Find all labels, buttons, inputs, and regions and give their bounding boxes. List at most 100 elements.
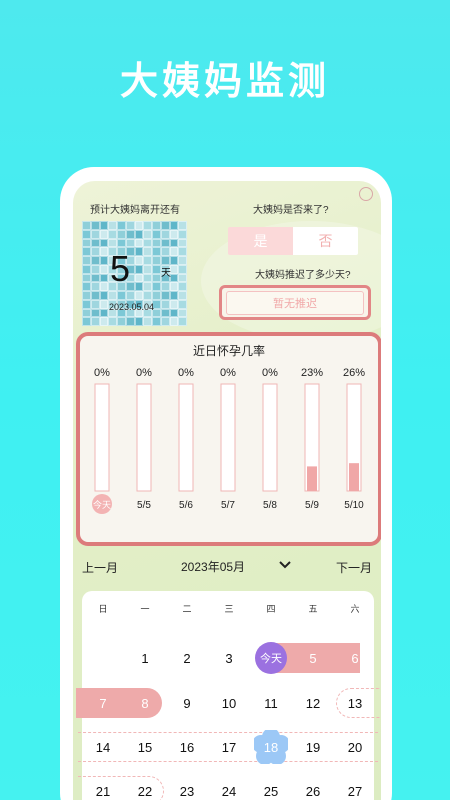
mosaic-tile: [178, 247, 187, 256]
pregnancy-chart: 0% 今天 0% 5/5 0% 5/6 0% 5/7 0% 5/8 23% 5/9 26% 5/10: [92, 367, 365, 514]
calendar-day[interactable]: 13: [334, 691, 376, 715]
mosaic-tile: [99, 256, 109, 265]
promo-title: 大姨妈监测: [119, 59, 330, 103]
calendar-day[interactable]: 16: [166, 735, 208, 759]
mosaic-tile: [134, 282, 144, 291]
mosaic-tile: [143, 291, 152, 300]
mosaic-tile: [99, 229, 109, 239]
calendar-day[interactable]: 9: [166, 691, 208, 715]
next-month-button[interactable]: 下一月: [336, 559, 372, 576]
chart-bar-track: [94, 383, 110, 492]
delay-box[interactable]: 暂无推迟: [219, 285, 371, 320]
calendar-day[interactable]: 25: [250, 779, 292, 800]
calendar-day[interactable]: 24: [208, 779, 250, 800]
mosaic-tile: [82, 221, 91, 230]
mosaic-tile: [99, 238, 109, 248]
weekday-label: 五: [308, 604, 318, 614]
mosaic-tile: [134, 273, 144, 283]
chart-value-label: 0%: [94, 367, 110, 379]
settings-icon[interactable]: [359, 187, 373, 201]
prev-month-button[interactable]: 上一月: [82, 559, 118, 576]
mosaic-tile: [178, 308, 187, 318]
mosaic-tile: [90, 299, 100, 309]
mosaic-tile: [90, 221, 100, 230]
mosaic-tile: [178, 299, 187, 309]
mosaic-tile: [125, 291, 135, 300]
calendar-day[interactable]: 今天: [250, 646, 292, 670]
calendar-day[interactable]: 5: [292, 646, 334, 670]
mosaic-tile: [117, 291, 126, 300]
mosaic-tile: [82, 299, 91, 309]
mosaic-tile: [125, 221, 135, 230]
delay-question: 大姨妈推迟了多少天?: [255, 270, 351, 281]
mosaic-tile: [99, 282, 109, 291]
mosaic-tile: [108, 238, 117, 248]
yes-button[interactable]: 是: [228, 227, 293, 255]
mosaic-tile: [152, 291, 161, 300]
mosaic-tile: [90, 308, 100, 318]
mosaic-tile: [169, 247, 179, 256]
calendar-day[interactable]: 14: [82, 735, 124, 759]
mosaic-tile: [152, 282, 161, 291]
mosaic-tile: [143, 247, 152, 256]
calendar-day[interactable]: 12: [292, 691, 334, 715]
app-screen: 预计大姨妈离开还有 5 天 2023.05.04 大姨妈是否来了? 是 否 大姨…: [73, 181, 381, 800]
mosaic-tile: [160, 247, 170, 256]
mosaic-tile: [82, 317, 91, 326]
mosaic-tile: [160, 282, 170, 291]
mosaic-tile: [134, 229, 144, 239]
chart-category-label: 5/6: [179, 500, 193, 511]
mosaic-tile: [178, 282, 187, 291]
calendar-day[interactable]: 17: [208, 735, 250, 759]
calendar-day[interactable]: 10: [208, 691, 250, 715]
calendar-day[interactable]: 8: [124, 691, 166, 715]
chart-value-label: 23%: [301, 367, 323, 379]
calendar-day[interactable]: 11: [250, 691, 292, 715]
mosaic-tile: [134, 264, 144, 274]
mosaic-tile: [169, 221, 179, 230]
mosaic-tile: [152, 264, 161, 274]
calendar-day[interactable]: 23: [166, 779, 208, 800]
chevron-down-icon[interactable]: [278, 558, 292, 572]
mosaic-tile: [99, 291, 109, 300]
mosaic-tile: [152, 238, 161, 248]
calendar-day[interactable]: 1: [124, 646, 166, 670]
calendar-day[interactable]: 15: [124, 735, 166, 759]
calendar-day[interactable]: 18: [250, 735, 292, 759]
mosaic-tile: [143, 229, 152, 239]
calendar-day[interactable]: 22: [124, 779, 166, 800]
mosaic-tile: [143, 273, 152, 283]
mosaic-tile: [134, 317, 144, 326]
chart-category-label: 5/8: [263, 500, 277, 511]
pregnancy-chart-card: 近日怀孕几率 0% 今天 0% 5/5 0% 5/6 0% 5/7 0% 5/8 23% 5/9 26%…: [76, 332, 381, 546]
mosaic-tile: [134, 221, 144, 230]
mosaic-tile: [90, 273, 100, 283]
mosaic-tile: [117, 238, 126, 248]
mosaic-tile: [108, 229, 117, 239]
mosaic-tile: [152, 273, 161, 283]
calendar-day[interactable]: 6: [334, 646, 376, 670]
calendar-day[interactable]: 19: [292, 735, 334, 759]
mosaic-tile: [90, 238, 100, 248]
calendar-day[interactable]: 7: [82, 691, 124, 715]
mosaic-tile: [169, 238, 179, 248]
mosaic-tile: [99, 299, 109, 309]
mosaic-tile: [117, 221, 126, 230]
mosaic-tile: [152, 247, 161, 256]
mosaic-tile: [169, 229, 179, 239]
mosaic-tile: [90, 282, 100, 291]
calendar-day[interactable]: 21: [82, 779, 124, 800]
chart-bar-track: [220, 383, 236, 492]
calendar-day[interactable]: 26: [292, 779, 334, 800]
calendar-day[interactable]: 27: [334, 779, 376, 800]
mosaic-tile: [90, 317, 100, 326]
calendar-day[interactable]: 20: [334, 735, 376, 759]
calendar-day[interactable]: 2: [166, 646, 208, 670]
weekday-label: 一: [140, 604, 150, 614]
mosaic-tile: [160, 238, 170, 248]
mosaic-tile: [134, 291, 144, 300]
chart-bar-track: [262, 383, 278, 492]
calendar-day[interactable]: 3: [208, 646, 250, 670]
no-button[interactable]: 否: [293, 227, 358, 255]
chart-value-label: 0%: [178, 367, 194, 379]
